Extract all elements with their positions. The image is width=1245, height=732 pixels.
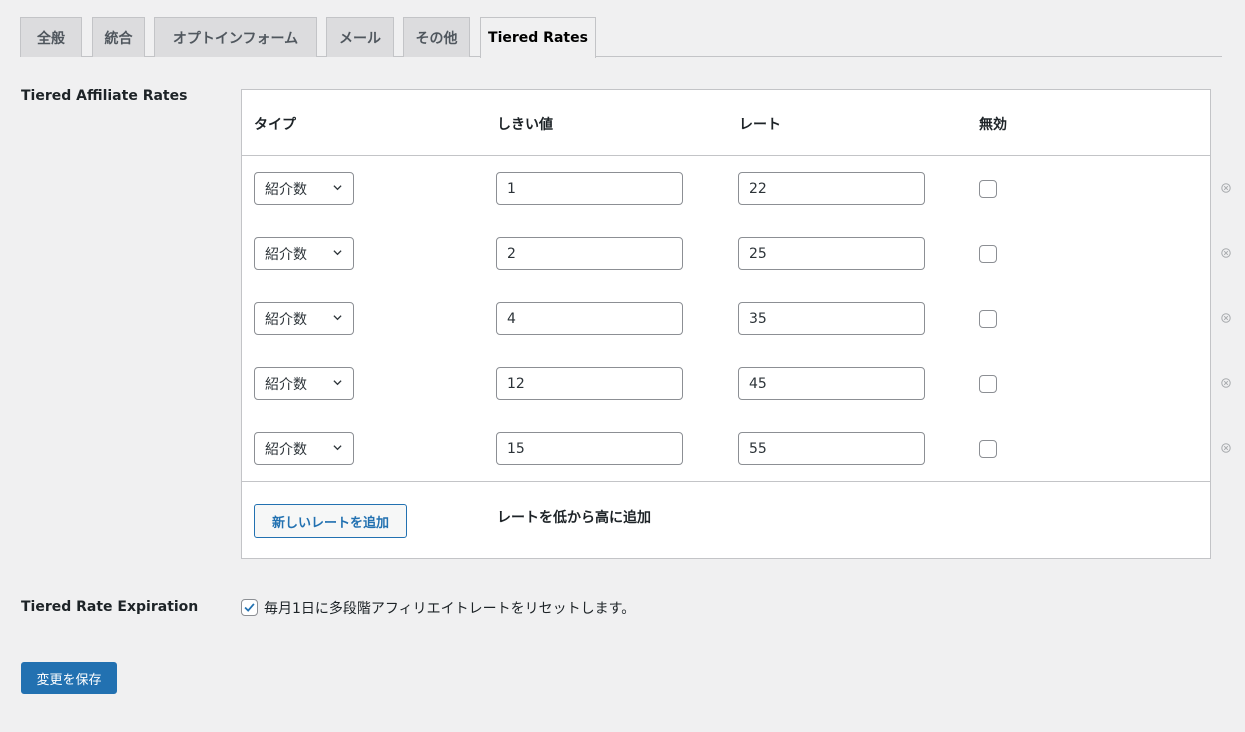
tiered-rate-expiration-label: Tiered Rate Expiration bbox=[21, 599, 199, 615]
add-new-rate-button[interactable]: 新しいレートを追加 bbox=[254, 504, 407, 538]
type-select-value: 紹介数 bbox=[265, 441, 307, 458]
tab-integrations[interactable]: 統合 bbox=[92, 17, 145, 57]
disable-checkbox[interactable] bbox=[979, 245, 997, 263]
disable-checkbox[interactable] bbox=[979, 180, 997, 198]
type-select[interactable]: 紹介数 bbox=[254, 302, 354, 335]
tab-label: 統合 bbox=[104, 30, 133, 47]
chevron-down-icon bbox=[333, 185, 342, 191]
rate-input[interactable]: 55 bbox=[738, 432, 925, 465]
tab-label: その他 bbox=[415, 30, 458, 47]
rate-input[interactable]: 35 bbox=[738, 302, 925, 335]
tab-label: Tiered Rates bbox=[488, 30, 588, 46]
rate-input[interactable]: 22 bbox=[738, 172, 925, 205]
column-header-disabled: 無効 bbox=[979, 117, 1007, 133]
disable-checkbox[interactable] bbox=[979, 375, 997, 393]
type-select[interactable]: 紹介数 bbox=[254, 367, 354, 400]
remove-row-icon[interactable] bbox=[1221, 313, 1231, 323]
disable-checkbox[interactable] bbox=[979, 440, 997, 458]
threshold-input[interactable]: 1 bbox=[496, 172, 683, 205]
type-select[interactable]: 紹介数 bbox=[254, 432, 354, 465]
remove-row-icon[interactable] bbox=[1221, 443, 1231, 453]
table-header: タイプ しきい値 レート 無効 bbox=[242, 90, 1210, 156]
tab-misc[interactable]: その他 bbox=[403, 17, 470, 57]
save-changes-button[interactable]: 変更を保存 bbox=[21, 662, 117, 694]
disable-checkbox[interactable] bbox=[979, 310, 997, 328]
column-header-threshold: しきい値 bbox=[497, 117, 553, 133]
column-header-rate: レート bbox=[739, 117, 781, 133]
tab-optin-form[interactable]: オプトインフォーム bbox=[154, 17, 317, 57]
type-select[interactable]: 紹介数 bbox=[254, 237, 354, 270]
type-select-value: 紹介数 bbox=[265, 246, 307, 263]
table-footer: 新しいレートを追加 レートを低から高に追加 bbox=[242, 481, 1210, 559]
tiered-affiliate-rates-label: Tiered Affiliate Rates bbox=[21, 88, 188, 104]
remove-row-icon[interactable] bbox=[1221, 378, 1231, 388]
tab-label: 全般 bbox=[37, 30, 65, 47]
threshold-input[interactable]: 15 bbox=[496, 432, 683, 465]
threshold-input[interactable]: 4 bbox=[496, 302, 683, 335]
threshold-input[interactable]: 2 bbox=[496, 237, 683, 270]
tab-tiered-rates[interactable]: Tiered Rates bbox=[480, 17, 596, 58]
type-select[interactable]: 紹介数 bbox=[254, 172, 354, 205]
tab-label: オプトインフォーム bbox=[172, 30, 299, 47]
remove-row-icon[interactable] bbox=[1221, 183, 1231, 193]
type-select-value: 紹介数 bbox=[265, 181, 307, 198]
tab-email[interactable]: メール bbox=[326, 17, 394, 57]
rate-input[interactable]: 25 bbox=[738, 237, 925, 270]
column-header-type: タイプ bbox=[254, 117, 296, 133]
chevron-down-icon bbox=[333, 445, 342, 451]
settings-tabs: 全般 統合 オプトインフォーム メール その他 Tiered Rates bbox=[20, 17, 1222, 58]
tab-general[interactable]: 全般 bbox=[20, 17, 82, 57]
threshold-input[interactable]: 12 bbox=[496, 367, 683, 400]
tiered-rates-table: タイプ しきい値 レート 無効 紹介数 1 22 紹介数 2 25 紹介数 4 … bbox=[241, 89, 1211, 559]
add-rate-note: レートを低から高に追加 bbox=[497, 510, 651, 526]
chevron-down-icon bbox=[333, 380, 342, 386]
rate-input[interactable]: 45 bbox=[738, 367, 925, 400]
chevron-down-icon bbox=[333, 315, 342, 321]
type-select-value: 紹介数 bbox=[265, 376, 307, 393]
reset-monthly-checkbox[interactable] bbox=[241, 599, 258, 616]
reset-monthly-text: 毎月1日に多段階アフィリエイトレートをリセットします。 bbox=[264, 601, 636, 617]
checkmark-icon bbox=[244, 603, 255, 612]
type-select-value: 紹介数 bbox=[265, 311, 307, 328]
remove-row-icon[interactable] bbox=[1221, 248, 1231, 258]
chevron-down-icon bbox=[333, 250, 342, 256]
tab-label: メール bbox=[339, 30, 381, 47]
